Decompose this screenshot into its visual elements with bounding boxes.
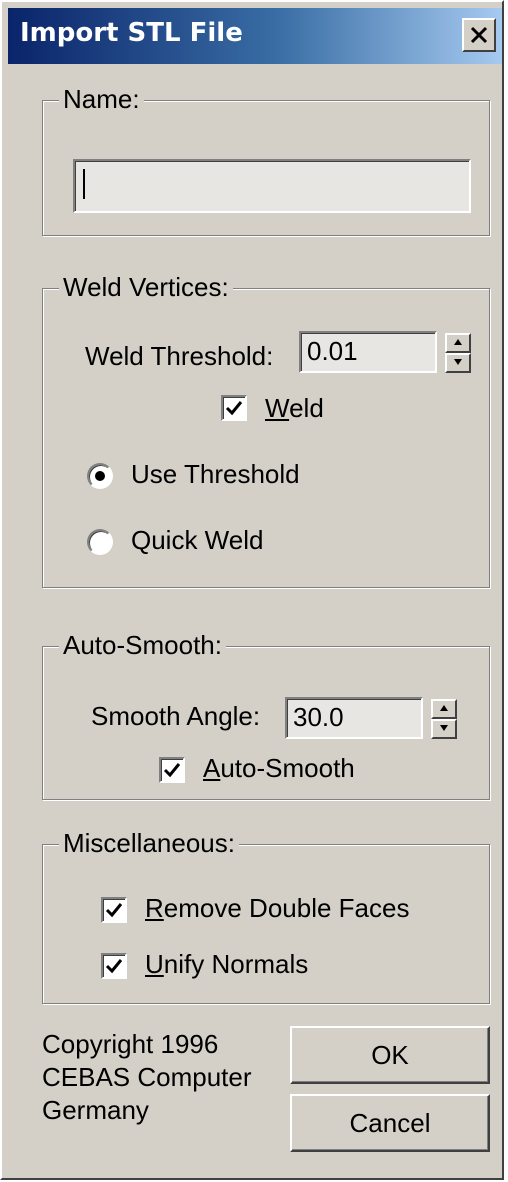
remove-double-faces-checkbox[interactable]: [101, 897, 127, 923]
copyright-line-3: Germany: [42, 1095, 149, 1125]
miscellaneous-label: Miscellaneous:: [59, 827, 239, 859]
unify-normals-checkbox[interactable]: [101, 953, 127, 979]
arrow-down-icon: [454, 359, 462, 365]
name-group-label: Name:: [59, 83, 144, 115]
weld-checkbox-label[interactable]: Weld: [265, 393, 324, 424]
weld-threshold-field[interactable]: 0.01: [299, 331, 437, 373]
spinner-down-button[interactable]: [445, 353, 471, 373]
miscellaneous-group: Miscellaneous: Remove Double Faces Unify…: [42, 827, 490, 1004]
auto-smooth-checkbox[interactable]: [159, 757, 185, 783]
weld-threshold-label: Weld Threshold:: [85, 341, 274, 371]
text-caret: [83, 169, 85, 199]
arrow-down-icon: [440, 725, 448, 731]
copyright-line-2: CEBAS Computer: [42, 1062, 252, 1092]
smooth-angle-value: 30.0: [293, 702, 344, 732]
remove-double-faces-label[interactable]: Remove Double Faces: [145, 893, 409, 924]
smooth-angle-spinner[interactable]: [431, 699, 457, 739]
auto-smooth-group: Auto-Smooth: Smooth Angle: 30.0 Auto-Smo…: [42, 629, 490, 800]
weld-checkbox[interactable]: [221, 395, 247, 421]
smooth-angle-label: Smooth Angle:: [91, 701, 261, 731]
checkmark-icon: [163, 763, 181, 778]
title-bar[interactable]: Import STL File: [8, 8, 502, 64]
copyright-line-1: Copyright 1996: [42, 1029, 219, 1059]
spinner-up-button[interactable]: [431, 699, 457, 719]
ok-label: OK: [371, 1040, 409, 1070]
weld-threshold-value: 0.01: [307, 336, 358, 366]
cancel-button[interactable]: Cancel: [290, 1094, 490, 1152]
checkmark-icon: [105, 959, 123, 974]
name-group: Name:: [42, 83, 490, 236]
auto-smooth-label: Auto-Smooth:: [59, 629, 226, 661]
weld-threshold-spinner[interactable]: [445, 333, 471, 373]
import-stl-dialog: Import STL File Name: Weld Vertices: Wel…: [0, 0, 504, 1180]
weld-vertices-label: Weld Vertices:: [59, 271, 233, 303]
close-icon: [470, 26, 488, 44]
smooth-angle-field[interactable]: 30.0: [285, 697, 423, 739]
use-threshold-radio[interactable]: [87, 463, 113, 489]
copyright-text: Copyright 1996 CEBAS Computer Germany: [42, 1028, 252, 1127]
quick-weld-label[interactable]: Quick Weld: [131, 525, 263, 556]
weld-vertices-group: Weld Vertices: Weld Threshold: 0.01 Weld…: [42, 271, 490, 588]
checkmark-icon: [105, 903, 123, 918]
arrow-up-icon: [454, 339, 462, 345]
spinner-up-button[interactable]: [445, 333, 471, 353]
use-threshold-label[interactable]: Use Threshold: [131, 459, 300, 490]
unify-normals-label[interactable]: Unify Normals: [145, 949, 308, 980]
spinner-down-button[interactable]: [431, 719, 457, 739]
checkmark-icon: [225, 401, 243, 416]
auto-smooth-checkbox-label[interactable]: Auto-Smooth: [203, 753, 355, 784]
arrow-up-icon: [440, 705, 448, 711]
quick-weld-radio[interactable]: [87, 529, 113, 555]
dialog-title: Import STL File: [20, 18, 243, 48]
cancel-label: Cancel: [349, 1108, 431, 1138]
ok-button[interactable]: OK: [290, 1026, 490, 1084]
name-field[interactable]: [73, 159, 471, 213]
close-button[interactable]: [462, 18, 496, 52]
